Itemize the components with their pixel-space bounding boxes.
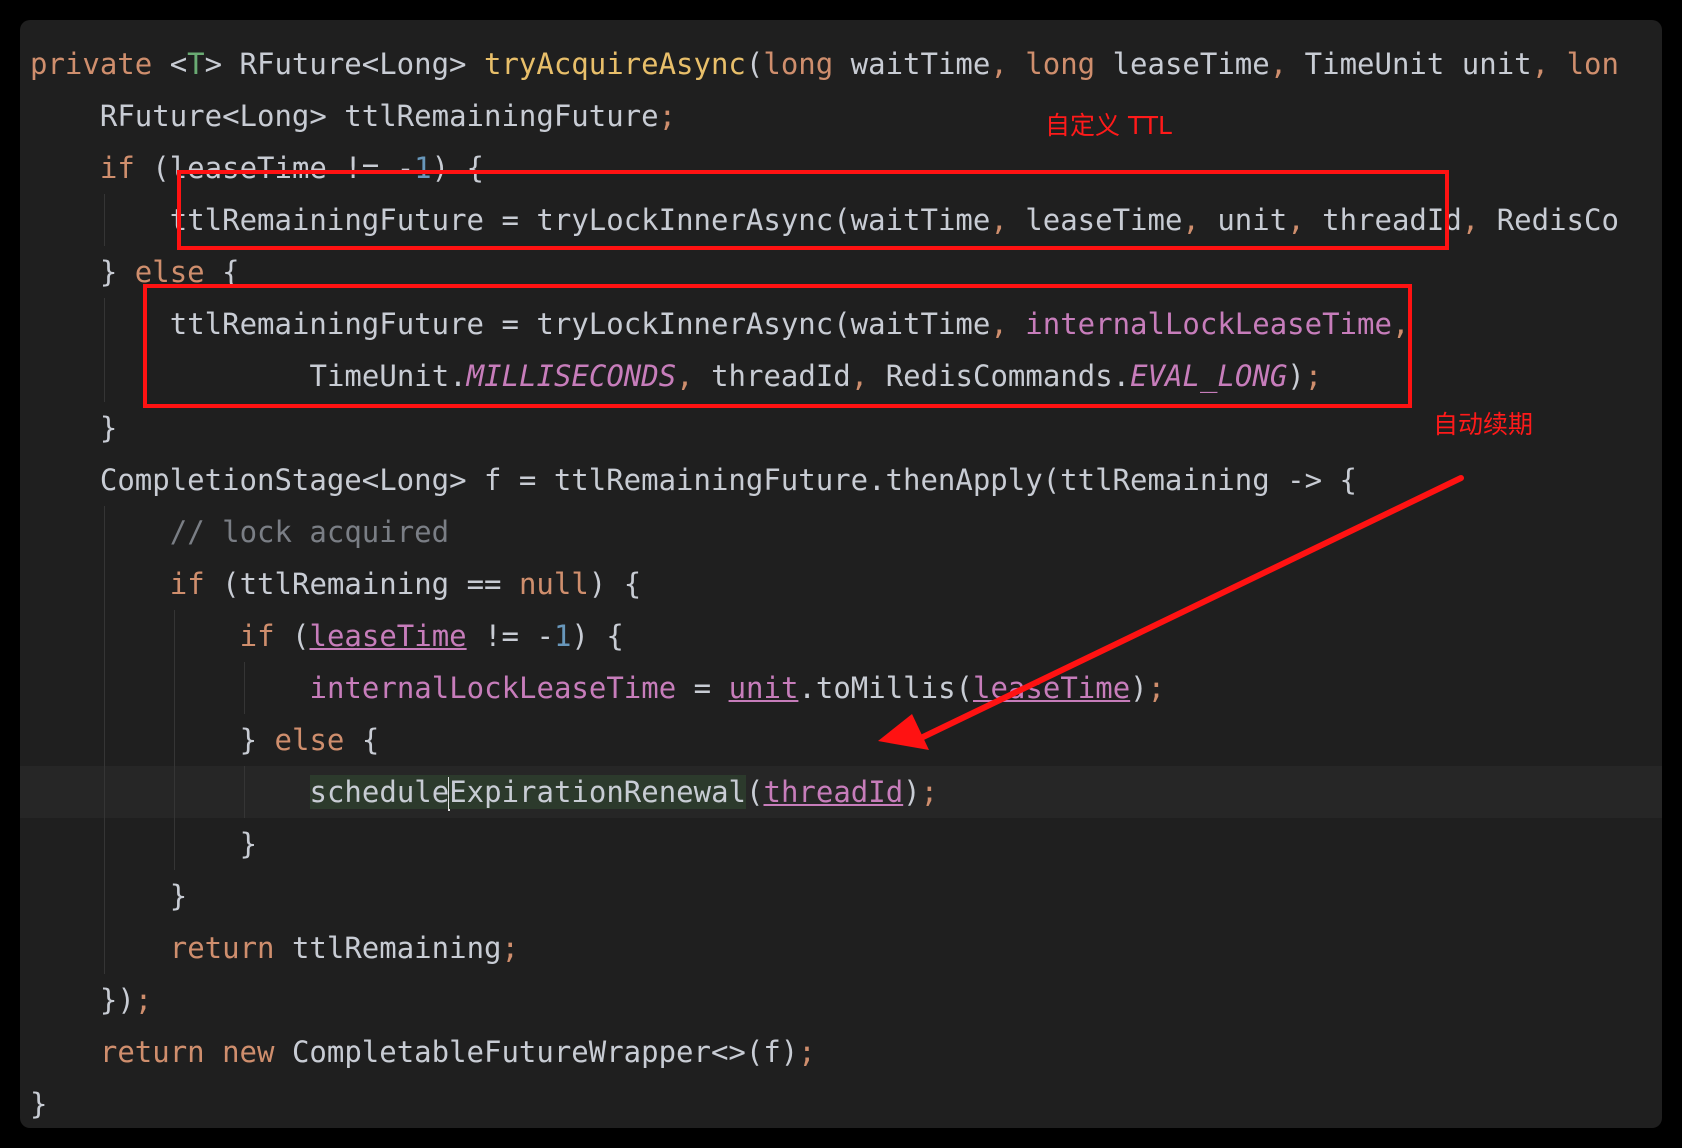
code-editor[interactable]: private <T> RFuture<Long> tryAcquireAsyn… [20, 20, 1662, 1128]
annotation-arrow [878, 475, 1464, 750]
